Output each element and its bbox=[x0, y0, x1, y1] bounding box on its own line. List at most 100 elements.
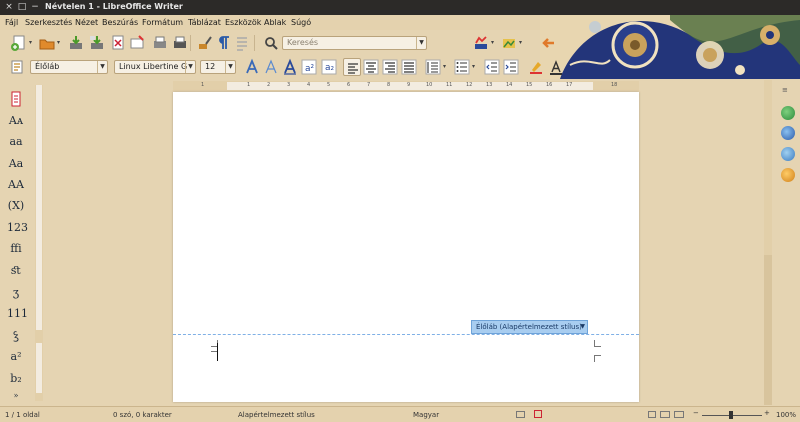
menu-window[interactable]: Ablak bbox=[264, 18, 286, 27]
zoom-out-icon[interactable]: − bbox=[693, 409, 699, 417]
menu-file[interactable]: Fájl bbox=[5, 18, 18, 27]
save-icon[interactable] bbox=[67, 34, 85, 52]
sidebar-item-8[interactable]: ﬆ bbox=[7, 262, 25, 280]
menu-edit[interactable]: Szerkesztés bbox=[25, 18, 72, 27]
align-center-icon[interactable] bbox=[362, 58, 380, 76]
vertical-ruler[interactable] bbox=[35, 85, 43, 401]
single-page-view-icon[interactable] bbox=[648, 411, 656, 418]
language[interactable]: Magyar bbox=[413, 411, 439, 419]
list-dropdown-icon[interactable]: ▾ bbox=[472, 58, 478, 76]
ruler-label: 8 bbox=[387, 82, 391, 88]
new-document-icon[interactable] bbox=[10, 34, 28, 52]
maximize-window-icon[interactable]: □ bbox=[17, 2, 27, 12]
open-dropdown-icon[interactable]: ▾ bbox=[57, 34, 63, 52]
sidebar-item-5[interactable]: (X) bbox=[7, 197, 25, 215]
font-size-select[interactable]: 12 ▼ bbox=[200, 60, 236, 74]
scrollbar-thumb[interactable] bbox=[764, 255, 772, 405]
bullet-list-icon[interactable] bbox=[453, 58, 471, 76]
menu-view[interactable]: Nézet bbox=[75, 18, 98, 27]
superscript-icon[interactable]: a² bbox=[300, 58, 318, 76]
increase-indent-icon[interactable] bbox=[502, 58, 520, 76]
word-count[interactable]: 0 szó, 0 karakter bbox=[113, 411, 172, 419]
print-preview-icon[interactable] bbox=[151, 34, 169, 52]
chevron-down-icon[interactable]: ▼ bbox=[97, 61, 107, 73]
chevron-down-icon[interactable]: ▼ bbox=[416, 37, 426, 49]
sidebar-item-11[interactable]: ꝣ bbox=[7, 327, 25, 345]
menu-table[interactable]: Táblázat bbox=[188, 18, 221, 27]
menu-help[interactable]: Súgó bbox=[291, 18, 311, 27]
new-dropdown-icon[interactable]: ▾ bbox=[29, 34, 35, 52]
menu-format[interactable]: Formátum bbox=[142, 18, 183, 27]
horizontal-ruler[interactable]: 1 1 2 3 4 5 6 7 8 9 10 11 12 13 14 15 16… bbox=[173, 81, 639, 91]
align-left-icon[interactable] bbox=[343, 58, 361, 76]
chevron-down-icon[interactable]: ▼ bbox=[185, 61, 195, 73]
email-document-icon[interactable] bbox=[128, 34, 146, 52]
sidebar-item-13[interactable]: b₂ bbox=[7, 370, 25, 388]
sidebar-item-3[interactable]: Aa bbox=[7, 155, 25, 173]
sidebar-item-2[interactable]: aa bbox=[7, 133, 25, 151]
menu-tools[interactable]: Eszközök bbox=[225, 18, 261, 27]
sidebar-item-9[interactable]: ʒ bbox=[7, 284, 25, 302]
paragraph-style-select[interactable]: Élőláb ▼ bbox=[30, 60, 108, 74]
formatting-marks-icon[interactable] bbox=[215, 34, 233, 52]
styles-icon[interactable] bbox=[8, 58, 26, 76]
gallery-icon[interactable] bbox=[781, 147, 795, 161]
document-icon[interactable] bbox=[7, 90, 25, 108]
sidebar-item-6[interactable]: 123 bbox=[7, 219, 28, 237]
insert-image-icon[interactable] bbox=[500, 34, 518, 52]
styles-panel-icon[interactable] bbox=[781, 126, 795, 140]
footer-style-button[interactable]: Élőláb (Alapértelmezett stílus) ▼ bbox=[471, 320, 588, 334]
line-spacing-icon[interactable] bbox=[424, 58, 442, 76]
sidebar-item-12[interactable]: a² bbox=[7, 348, 25, 366]
fontwork-shadow-icon[interactable] bbox=[243, 58, 261, 76]
chevron-down-icon[interactable]: ▼ bbox=[225, 61, 235, 73]
undo-icon[interactable] bbox=[540, 34, 558, 52]
menu-insert[interactable]: Beszúrás bbox=[102, 18, 138, 27]
zoom-slider-knob[interactable] bbox=[729, 411, 733, 419]
clone-formatting-icon[interactable] bbox=[196, 34, 214, 52]
sidebar-item-10[interactable]: 111 bbox=[7, 305, 28, 323]
highlight-color-icon[interactable] bbox=[527, 58, 545, 76]
font-color-icon[interactable] bbox=[547, 58, 565, 76]
book-view-icon[interactable] bbox=[674, 411, 684, 418]
open-folder-icon[interactable] bbox=[38, 34, 56, 52]
decrease-indent-icon[interactable] bbox=[483, 58, 501, 76]
page-count[interactable]: 1 / 1 oldal bbox=[5, 411, 40, 419]
save-as-icon[interactable] bbox=[88, 34, 106, 52]
minimize-window-icon[interactable]: − bbox=[30, 2, 40, 12]
align-right-icon[interactable] bbox=[381, 58, 399, 76]
search-placeholder: Keresés bbox=[287, 38, 319, 47]
zoom-level[interactable]: 100% bbox=[776, 411, 796, 419]
export-pdf-icon[interactable] bbox=[109, 34, 127, 52]
insert-chart-icon[interactable] bbox=[472, 34, 490, 52]
font-name-select[interactable]: Linux Libertine G ▼ bbox=[114, 60, 196, 74]
close-window-icon[interactable]: × bbox=[4, 2, 14, 12]
document-modified-icon[interactable] bbox=[534, 410, 542, 418]
sidebar-item-7[interactable]: ffi bbox=[7, 240, 25, 258]
chevron-down-icon[interactable]: ▼ bbox=[580, 321, 585, 333]
spacing-dropdown-icon[interactable]: ▾ bbox=[443, 58, 449, 76]
vertical-scrollbar[interactable] bbox=[764, 80, 772, 405]
image-dropdown-icon[interactable]: ▾ bbox=[519, 34, 525, 52]
properties-icon[interactable] bbox=[781, 106, 795, 120]
fontwork-3d-icon[interactable] bbox=[281, 58, 299, 76]
subscript-icon[interactable]: a₂ bbox=[320, 58, 338, 76]
zoom-slider[interactable] bbox=[702, 411, 762, 419]
sidebar-item-1[interactable]: Aᴀ bbox=[7, 112, 25, 130]
search-input[interactable]: Keresés ▼ bbox=[282, 36, 427, 50]
document-page[interactable]: Élőláb (Alapértelmezett stílus) ▼ bbox=[173, 92, 639, 402]
fontwork-outline-icon[interactable] bbox=[262, 58, 280, 76]
zoom-in-icon[interactable]: + bbox=[764, 409, 770, 417]
page-style[interactable]: Alapértelmezett stílus bbox=[238, 411, 315, 419]
justify-icon[interactable] bbox=[400, 58, 418, 76]
sidebar-item-4[interactable]: AA bbox=[7, 176, 25, 194]
find-icon[interactable] bbox=[262, 34, 280, 52]
print-icon[interactable] bbox=[171, 34, 189, 52]
selection-mode-icon[interactable] bbox=[516, 411, 525, 418]
chart-dropdown-icon[interactable]: ▾ bbox=[491, 34, 497, 52]
sidebar-menu-icon[interactable]: ≡ bbox=[782, 86, 792, 94]
text-boundaries-icon[interactable] bbox=[233, 34, 251, 52]
more-icon[interactable]: » bbox=[7, 390, 25, 402]
multi-page-view-icon[interactable] bbox=[660, 411, 670, 418]
navigator-icon[interactable] bbox=[781, 168, 795, 182]
